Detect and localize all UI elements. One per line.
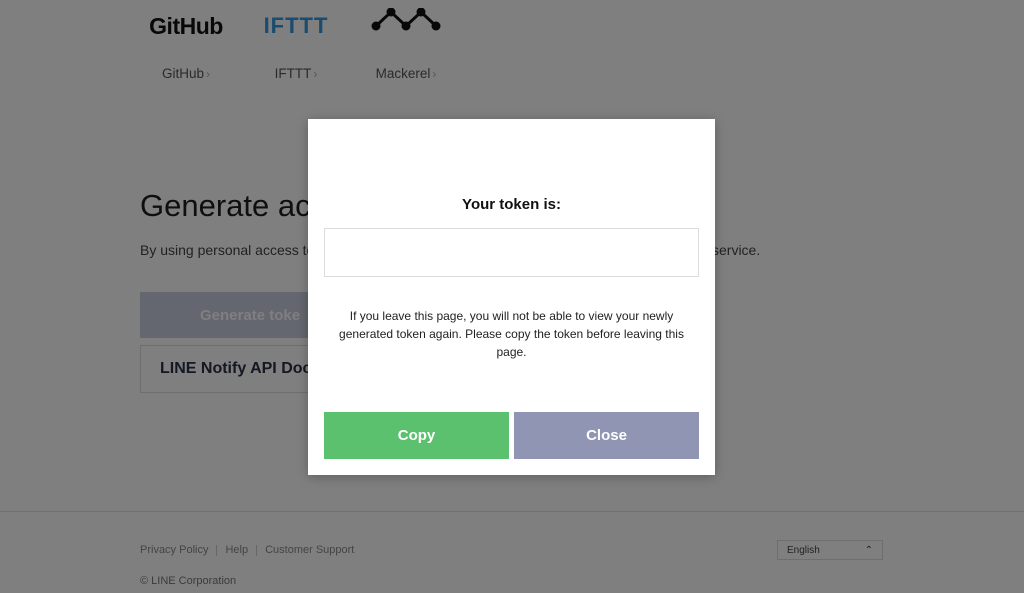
token-dialog: Your token is: If you leave this page, y… [308, 119, 715, 475]
copy-button[interactable]: Copy [324, 412, 509, 459]
token-field[interactable] [324, 228, 699, 277]
dialog-warning-text: If you leave this page, you will not be … [339, 309, 684, 359]
dialog-title: Your token is: [462, 196, 561, 213]
close-button[interactable]: Close [514, 412, 699, 459]
